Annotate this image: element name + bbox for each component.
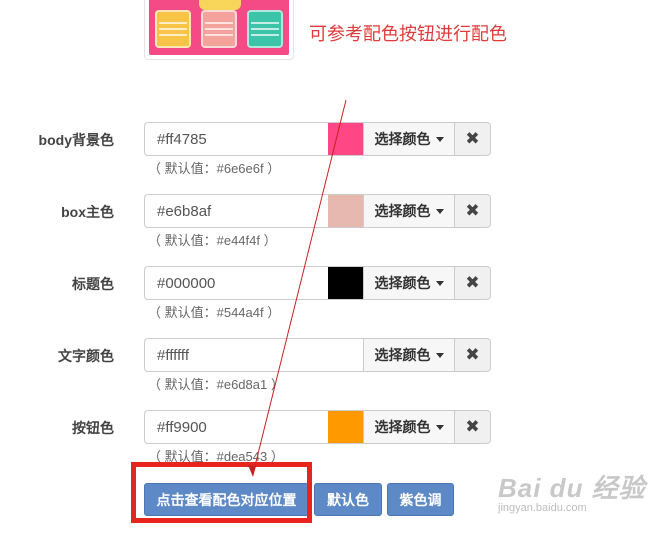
watermark-url: jingyan.baidu.com bbox=[498, 502, 587, 514]
annotation-arrow bbox=[248, 99, 347, 477]
baidu-watermark: Bai du 经验 jingyan.baidu.com bbox=[498, 468, 646, 514]
baidu-logo: Bai du 经验 bbox=[498, 473, 646, 503]
